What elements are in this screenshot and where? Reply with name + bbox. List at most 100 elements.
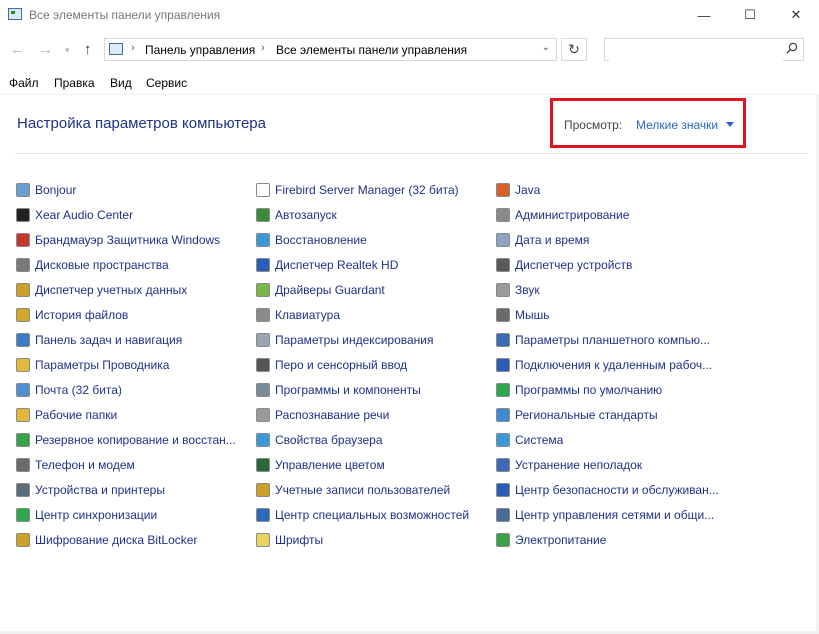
control-panel-item[interactable]: Дата и время [496,231,589,249]
storage-spaces-icon [16,258,30,272]
menu-view[interactable]: Вид [110,76,132,90]
refresh-button[interactable]: ↻ [561,38,587,61]
breadcrumb-separator-icon[interactable]: › [131,42,135,54]
control-panel-icon [109,43,123,55]
search-icon[interactable] [786,42,798,54]
control-panel-item[interactable]: Параметры индексирования [256,331,433,349]
control-panel-item[interactable]: Система [496,431,563,449]
forward-arrow-icon[interactable]: → [38,41,53,58]
control-panel-item[interactable]: Подключения к удаленным рабоч... [496,356,712,374]
java-icon [496,183,510,197]
control-panel-item[interactable]: Телефон и модем [16,456,135,474]
control-panel-item[interactable]: Дисковые пространства [16,256,169,274]
control-panel-item[interactable]: Bonjour [16,181,76,199]
control-panel-item[interactable]: Диспетчер Realtek HD [256,256,398,274]
control-panel-icon [8,8,22,20]
control-panel-item[interactable]: Резервное копирование и восстан... [16,431,236,449]
control-panel-item-label: Автозапуск [275,208,337,222]
control-panel-item-label: Администрирование [515,208,630,222]
control-panel-item-label: Устройства и принтеры [35,483,165,497]
control-panel-item[interactable]: Клавиатура [256,306,340,324]
control-panel-item[interactable]: Панель задач и навигация [16,331,182,349]
control-panel-item-label: Дисковые пространства [35,258,169,272]
control-panel-item[interactable]: Центр специальных возможностей [256,506,469,524]
sync-center-icon [16,508,30,522]
control-panel-item[interactable]: Диспетчер устройств [496,256,632,274]
control-panel-item-label: Панель задач и навигация [35,333,183,347]
control-panel-item-label: Программы и компоненты [275,383,421,397]
control-panel-item[interactable]: Программы и компоненты [256,381,421,399]
control-panel-item-label: Bonjour [35,183,77,197]
up-arrow-icon[interactable]: ↑ [84,41,92,58]
control-panel-item[interactable]: Почта (32 бита) [16,381,122,399]
control-panel-item[interactable]: История файлов [16,306,128,324]
search-input[interactable] [609,40,783,61]
control-panel-item[interactable]: Драйверы Guardant [256,281,385,299]
address-bar[interactable]: › Панель управления › Все элементы панел… [104,38,557,61]
maximize-button[interactable]: ☐ [727,0,773,30]
microphone-icon [256,408,270,422]
file-history-icon [16,308,30,322]
control-panel-item-label: Xear Audio Center [35,208,134,222]
control-panel-item[interactable]: Перо и сенсорный ввод [256,356,407,374]
control-panel-item[interactable]: Шифрование диска BitLocker [16,531,197,549]
control-panel-item[interactable]: Параметры Проводника [16,356,169,374]
system-icon [496,433,510,447]
control-panel-item[interactable]: Программы по умолчанию [496,381,662,399]
control-panel-item[interactable]: Мышь [496,306,550,324]
control-panel-item[interactable]: Распознавание речи [256,406,389,424]
control-panel-item[interactable]: Устройства и принтеры [16,481,165,499]
control-panel-item-label: Резервное копирование и восстан... [35,433,236,447]
control-panel-item[interactable]: Firebird Server Manager (32 бита) [256,181,459,199]
control-panel-item[interactable]: Параметры планшетного компью... [496,331,710,349]
breadcrumb-all-items[interactable]: Все элементы панели управления [276,43,467,57]
default-programs-icon [496,383,510,397]
remote-desktop-icon [496,358,510,372]
back-arrow-icon[interactable]: ← [10,41,25,58]
document-icon [256,183,270,197]
security-flag-icon [496,483,510,497]
control-panel-item[interactable]: Автозапуск [256,206,337,224]
recent-locations-chevron-icon[interactable]: ▾ [65,45,70,56]
control-panel-item[interactable]: Свойства браузера [256,431,383,449]
control-panel-item[interactable]: Центр безопасности и обслуживан... [496,481,719,499]
control-panel-item[interactable]: Администрирование [496,206,629,224]
control-panel-item[interactable]: Центр управления сетями и общи... [496,506,714,524]
control-panel-item[interactable]: Региональные стандарты [496,406,658,424]
control-panel-item-label: Система [515,433,564,447]
close-button[interactable]: ✕ [773,0,819,30]
control-panel-item-label: Распознавание речи [275,408,390,422]
control-panel-item[interactable]: Брандмауэр Защитника Windows [16,231,220,249]
troubleshooting-icon [496,458,510,472]
refresh-icon: ↻ [568,41,580,57]
control-panel-item[interactable]: Диспетчер учетных данных [16,281,187,299]
chevron-down-icon[interactable]: ⌄ [542,42,550,53]
devices-printers-icon [16,483,30,497]
control-panel-item-label: Центр управления сетями и общи... [515,508,715,522]
control-panel-item[interactable]: Центр синхронизации [16,506,157,524]
breadcrumb-control-panel[interactable]: Панель управления [145,43,255,57]
control-panel-item[interactable]: Восстановление [256,231,367,249]
menu-file[interactable]: Файл [9,76,39,90]
control-panel-item[interactable]: Рабочие папки [16,406,117,424]
control-panel-item-label: Firebird Server Manager (32 бита) [275,183,459,197]
control-panel-item[interactable]: Устранение неполадок [496,456,642,474]
control-panel-item-label: Шрифты [275,533,324,547]
menu-tools[interactable]: Сервис [146,76,187,90]
user-accounts-icon [256,483,270,497]
control-panel-item[interactable]: Управление цветом [256,456,385,474]
control-panel-item[interactable]: Электропитание [496,531,606,549]
control-panel-item[interactable]: Учетные записи пользователей [256,481,450,499]
search-box[interactable] [604,38,804,61]
control-panel-item-label: Центр синхронизации [35,508,158,522]
control-panel-item-label: Клавиатура [275,308,340,322]
breadcrumb-separator-icon[interactable]: › [261,42,265,54]
menu-edit[interactable]: Правка [54,76,95,90]
control-panel-item[interactable]: Xear Audio Center [16,206,133,224]
control-panel-item-label: Телефон и модем [35,458,135,472]
control-panel-item[interactable]: Шрифты [256,531,323,549]
control-panel-item[interactable]: Звук [496,281,540,299]
control-panel-item[interactable]: Java [496,181,540,199]
minimize-button[interactable]: — [681,0,727,30]
device-manager-icon [496,258,510,272]
